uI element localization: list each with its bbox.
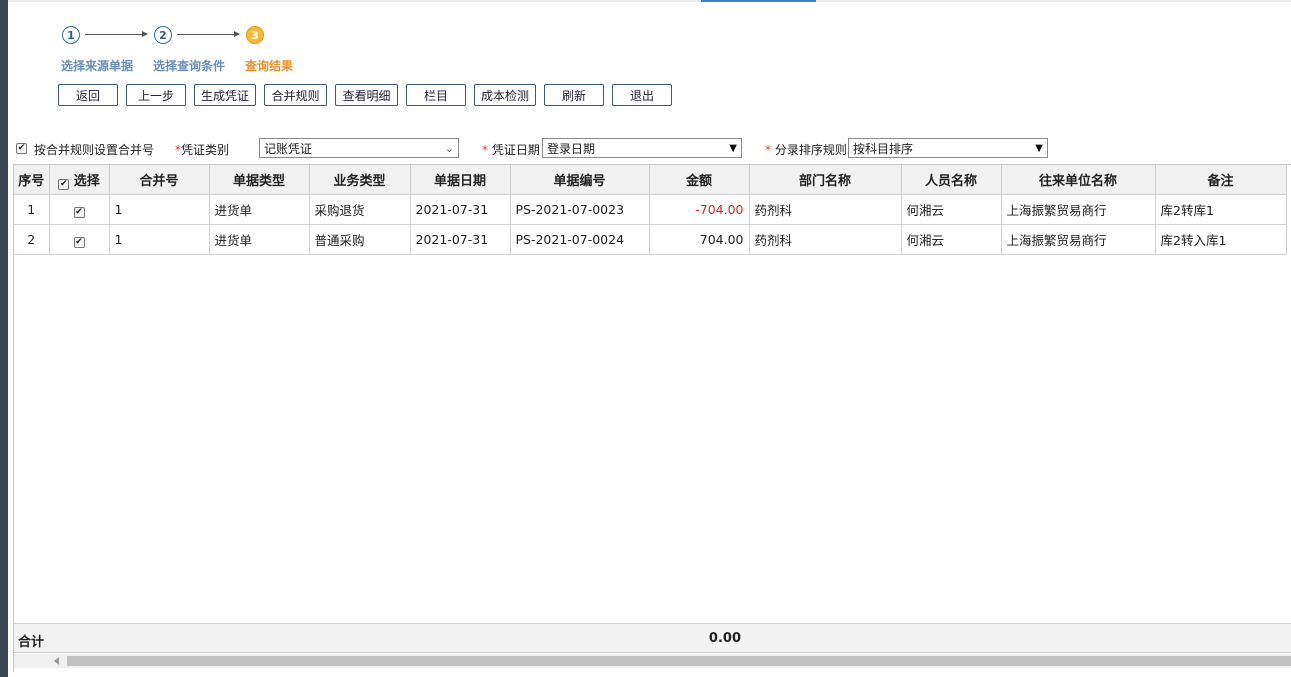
col-header-dept: 部门名称 [749,165,902,195]
cell-amount: -704.00 [649,194,750,225]
cell-partner: 上海振繁贸易商行 [1001,194,1156,225]
cell-person: 何湘云 [901,194,1002,225]
cell-dept: 药剂科 [749,224,902,255]
step-3-circle: 3 [246,26,264,44]
chevron-down-icon: ⌄ [444,141,454,155]
cell-amount: 704.00 [649,224,750,255]
col-header-partner: 往来单位名称 [1001,165,1156,195]
cell-seq: 1 [14,194,50,225]
caret-down-icon: ▼ [1035,142,1043,154]
cell-select[interactable]: ✔ [49,194,110,225]
cell-doc-date: 2021-07-31 [410,194,511,225]
col-header-seq: 序号 [14,165,50,195]
voucher-result-grid: 序号 ✔ 选择 合并号 单据类型 业务类型 单据日期 单据编号 金额 部门名称 … [13,164,1291,672]
cell-select[interactable]: ✔ [49,224,110,255]
refresh-button[interactable]: 刷新 [544,84,604,106]
total-label: 合计 [18,635,45,650]
cell-doc-no: PS-2021-07-0023 [510,194,650,225]
cell-biz-type: 采购退货 [309,194,411,225]
select-all-checkbox[interactable]: ✔ [58,178,70,190]
entry-sort-label: * 分录排序规则 [765,143,847,157]
merge-by-rule-label: 按合并规则设置合并号 [34,143,155,157]
cell-dept: 药剂科 [749,194,902,225]
step-arrow-icon [85,31,148,37]
cell-person: 何湘云 [901,224,1002,255]
cost-check-button[interactable]: 成本检测 [474,84,536,106]
active-tab-indicator [701,0,816,2]
step-2-circle: 2 [154,26,172,44]
cell-doc-type: 进货单 [209,194,310,225]
col-header-remark: 备注 [1155,165,1287,195]
generate-voucher-button[interactable]: 生成凭证 [194,84,256,106]
voucher-date-select[interactable]: 登录日期 ▼ [542,138,742,158]
voucher-type-select[interactable]: 记账凭证 ⌄ [259,138,459,158]
scrollbar-thumb[interactable] [67,656,1291,666]
entry-sort-select[interactable]: 按科目排序 ▼ [848,138,1048,158]
table-row[interactable]: 2 ✔ 1 进货单 普通采购 2021-07-31 PS-2021-07-002… [14,224,1287,255]
back-button[interactable]: 返回 [58,84,118,106]
merge-by-rule-checkbox[interactable]: ✔ [16,143,27,154]
col-header-merge-no: 合并号 [109,165,210,195]
scroll-left-arrow-icon[interactable] [54,657,59,665]
cell-doc-date: 2021-07-31 [410,224,511,255]
columns-button[interactable]: 栏目 [406,84,466,106]
cell-seq: 2 [14,224,50,255]
merge-rules-button[interactable]: 合并规则 [264,84,327,106]
step-3-label: 查询结果 [245,59,294,73]
cell-biz-type: 普通采购 [309,224,411,255]
horizontal-scrollbar[interactable] [14,654,1291,668]
col-header-amount: 金额 [649,165,750,195]
step-2-label: 选择查询条件 [153,59,226,73]
top-border [8,0,1291,2]
step-1-circle: 1 [62,26,80,44]
voucher-type-label: *凭证类别 [175,143,230,157]
col-header-person: 人员名称 [901,165,1002,195]
grid-header-row: 序号 ✔ 选择 合并号 单据类型 业务类型 单据日期 单据编号 金额 部门名称 … [14,165,1287,195]
col-header-doc-type: 单据类型 [209,165,310,195]
cell-merge-no[interactable]: 1 [109,224,210,255]
row-checkbox[interactable]: ✔ [73,206,85,218]
cell-remark: 库2转库1 [1155,194,1287,225]
voucher-date-label: * 凭证日期 [482,143,540,157]
row-checkbox[interactable]: ✔ [73,236,85,248]
cell-remark: 库2转入库1 [1155,224,1287,255]
total-amount: 0.00 [708,631,741,646]
table-row[interactable]: 1 ✔ 1 进货单 采购退货 2021-07-31 PS-2021-07-002… [14,194,1287,225]
col-header-biz-type: 业务类型 [309,165,411,195]
cell-partner: 上海振繁贸易商行 [1001,224,1156,255]
col-header-doc-no: 单据编号 [510,165,650,195]
cell-doc-type: 进货单 [209,224,310,255]
left-edge-bar [0,0,8,677]
view-detail-button[interactable]: 查看明细 [335,84,398,106]
step-1-label: 选择来源单据 [61,59,134,73]
caret-down-icon: ▼ [729,142,737,154]
step-arrow-icon [177,31,240,37]
cell-merge-no[interactable]: 1 [109,194,210,225]
cell-doc-no: PS-2021-07-0024 [510,224,650,255]
exit-button[interactable]: 退出 [612,84,672,106]
grid-footer-total-row: 合计 0.00 [14,623,1291,653]
col-header-doc-date: 单据日期 [410,165,511,195]
col-header-select[interactable]: ✔ 选择 [49,165,110,195]
prev-step-button[interactable]: 上一步 [126,84,186,106]
